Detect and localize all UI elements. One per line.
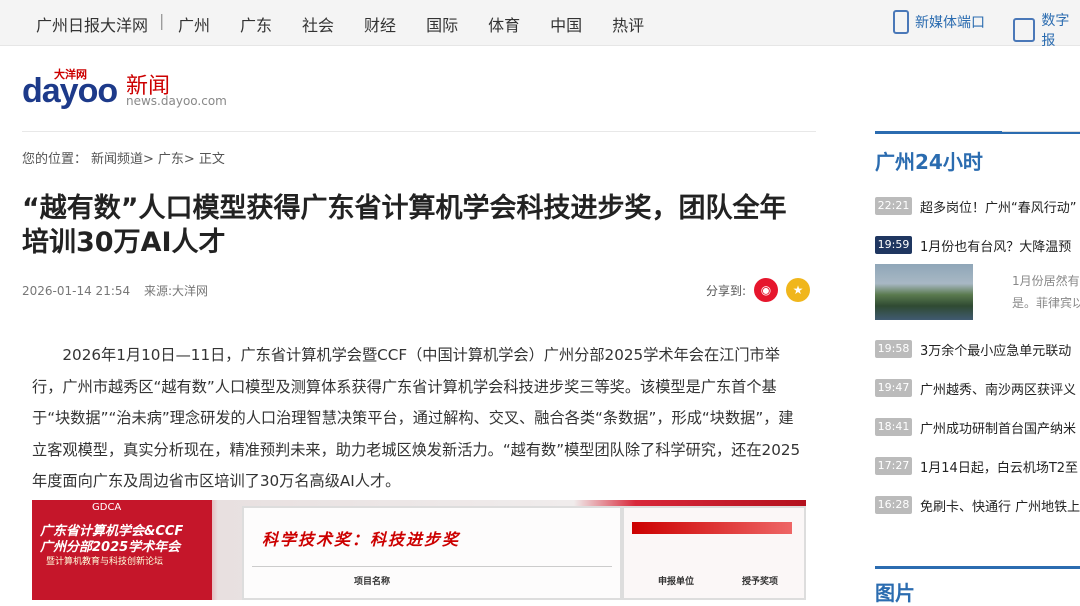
photo-col-unit: 申报单位 — [658, 577, 695, 587]
nav-link-china[interactable]: 中国 — [550, 12, 582, 36]
article-meta: 2026-01-14 21:54 来源:大洋网 — [22, 282, 208, 299]
logo-wordmark: dayoo — [22, 72, 118, 110]
news-headline: 3万余个最小应急单元联动 — [920, 343, 1072, 359]
photo-banner: GDCA 广东省计算机学会&CCF 广州分部2025学术年会 暨计算机教育与科技… — [32, 500, 212, 600]
news-headline: 广州越秀、南沙两区获评义 — [920, 382, 1077, 398]
news-thumbnail[interactable] — [875, 264, 973, 320]
photo-award-screen: 科学技术奖：科技进步奖 项目名称 — [242, 506, 622, 600]
sidebar-news-item[interactable]: 17:27 1月14日起，白云机场T2至 — [875, 455, 1080, 477]
digital-paper-label: 数字报 — [1041, 13, 1070, 49]
breadcrumb-current: 正文 — [198, 152, 225, 167]
channel-nav: 广州 广东 社会 财经 国际 体育 中国 热评 — [178, 12, 674, 36]
article-date: 2026-01-14 21:54 — [22, 284, 131, 298]
news-headline: 免刷卡、快通行 广州地铁上 — [920, 499, 1080, 515]
article-photo: GDCA 广东省计算机学会&CCF 广州分部2025学术年会 暨计算机教育与科技… — [32, 500, 806, 600]
news-headline: 1月14日起，白云机场T2至 — [920, 460, 1079, 476]
article-source: 来源:大洋网 — [143, 284, 209, 298]
breadcrumb-guangdong[interactable]: 广东> — [158, 148, 195, 167]
news-time-badge: 19:59 — [875, 236, 912, 254]
logo-domain: news.dayoo.com — [126, 94, 227, 108]
nav-link-guangdong[interactable]: 广东 — [240, 12, 272, 36]
sidebar-news-item[interactable]: 18:41 广州成功研制首台国产纳米 — [875, 416, 1080, 438]
article-paragraph: 2026年1月10日—11日，广东省计算机学会暨CCF（中国计算机学会）广州分部… — [32, 346, 801, 490]
header-divider — [22, 131, 816, 132]
sidebar-photos-title[interactable]: 图片 — [875, 577, 915, 606]
article-title: “越有数”人口模型获得广东省计算机学会科技进步奖，团队全年培训30万AI人才 — [22, 193, 787, 258]
sidebar-24h-title[interactable]: 广州24小时 — [875, 146, 983, 175]
nav-separator: | — [159, 11, 165, 30]
sidebar-news-item[interactable]: 19:47 广州越秀、南沙两区获评义 — [875, 377, 1080, 399]
nav-link-finance[interactable]: 财经 — [364, 12, 396, 36]
photo-banner-logo: GDCA — [92, 502, 122, 513]
nav-link-sports[interactable]: 体育 — [488, 12, 520, 36]
news-time-badge: 19:58 — [875, 340, 912, 358]
news-summary-line2: 是。菲律宾以 — [1012, 296, 1080, 310]
weibo-share-icon[interactable]: ◉ — [754, 278, 779, 302]
nav-link-guangzhou[interactable]: 广州 — [178, 12, 210, 36]
share-label: 分享到: — [706, 283, 747, 298]
photo-col-project: 项目名称 — [354, 577, 391, 587]
nav-link-international[interactable]: 国际 — [426, 12, 458, 36]
breadcrumb-prefix: 您的位置： — [22, 152, 88, 167]
new-media-portal-label: 新媒体端口 — [915, 15, 985, 31]
news-headline: 1月份也有台风？大降温预 — [920, 239, 1072, 255]
news-time-badge: 18:41 — [875, 418, 912, 436]
photo-banner-line2: 广州分部2025学术年会 — [40, 540, 181, 555]
new-media-portal-link[interactable]: 新媒体端口 — [893, 10, 985, 34]
photo-screen-header-strip — [632, 522, 792, 534]
newspaper-icon — [1013, 18, 1036, 42]
news-headline: 广州成功研制首台国产纳米 — [920, 421, 1077, 437]
photo-col-award: 授予奖项 — [742, 577, 779, 587]
sidebar-news-item[interactable]: 16:28 免刷卡、快通行 广州地铁上 — [875, 494, 1080, 516]
breadcrumb: 您的位置： 新闻频道> 广东> 正文 — [22, 148, 229, 167]
digital-paper-link[interactable]: 数字报 — [1013, 10, 1080, 50]
share-bar: 分享到: ◉ ★ — [706, 278, 811, 302]
news-time-badge: 19:47 — [875, 379, 912, 397]
sidebar-news-item[interactable]: 19:59 1月份也有台风？大降温预 — [875, 234, 1080, 256]
nav-link-commentary[interactable]: 热评 — [612, 12, 644, 36]
photo-award-screen-right: 申报单位 授予奖项 — [622, 506, 806, 600]
photo-table-rule — [252, 566, 612, 567]
news-time-badge: 17:27 — [875, 457, 912, 475]
dayoo-logo[interactable]: 大洋网 dayoo 新闻 news.dayoo.com — [22, 66, 242, 116]
news-headline: 超多岗位！广州“春风行动” — [920, 200, 1077, 216]
sidebar-photos-header: 图片 — [875, 566, 1080, 605]
sidebar-news-item[interactable]: 19:58 3万余个最小应急单元联动 — [875, 338, 1080, 360]
photo-screen-heading: 科学技术奖：科技进步奖 — [262, 530, 461, 549]
photo-banner-line3: 暨计算机教育与科技创新论坛 — [46, 557, 164, 567]
phone-icon — [893, 10, 909, 34]
news-summary-line1: 1月份居然有 — [1012, 274, 1080, 288]
news-time-badge: 22:21 — [875, 197, 912, 215]
news-time-badge: 16:28 — [875, 496, 912, 514]
favorite-star-icon[interactable]: ★ — [786, 278, 811, 302]
breadcrumb-news-channel[interactable]: 新闻频道> — [91, 148, 154, 167]
site-home-link[interactable]: 广州日报大洋网 — [36, 12, 148, 36]
sidebar-news-item[interactable]: 22:21 超多岗位！广州“春风行动” — [875, 195, 1080, 217]
news-summary: 1月份居然有 是。菲律宾以 — [1012, 270, 1080, 314]
top-nav-bar: 广州日报大洋网 | 广州 广东 社会 财经 国际 体育 中国 热评 新媒体端口 … — [0, 0, 1080, 49]
nav-link-society[interactable]: 社会 — [302, 12, 334, 36]
sidebar-header-rule — [1002, 131, 1080, 132]
